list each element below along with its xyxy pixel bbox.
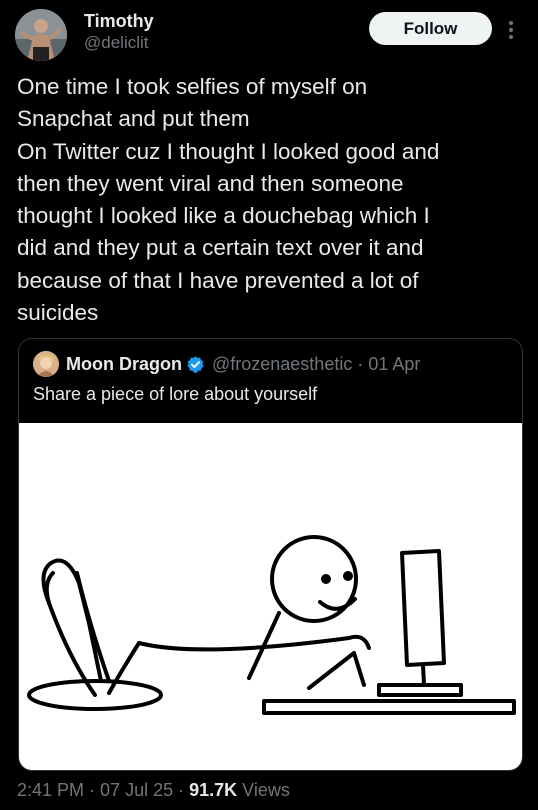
quoted-author-avatar — [33, 351, 59, 377]
quoted-tweet-text: Share a piece of lore about yourself — [33, 384, 318, 404]
tweet-header: Timothy @deliclit Follow — [15, 9, 525, 61]
author-names: Timothy @deliclit — [84, 10, 154, 54]
tweet-time[interactable]: 2:41 PM — [17, 780, 84, 800]
tweet-date[interactable]: 07 Jul 25 — [100, 780, 173, 800]
author-avatar[interactable] — [15, 9, 67, 61]
views-count: 91.7K — [189, 780, 238, 800]
stick-figure-computer-drawing — [27, 535, 516, 715]
tweet-text: One time I took selfies of myself on Sna… — [17, 74, 440, 326]
quoted-author-display-name: Moon Dragon — [66, 353, 182, 374]
verified-badge-icon — [187, 355, 204, 373]
quoted-tweet-meta: @frozenaesthetic · 01 Apr — [211, 353, 421, 374]
quoted-tweet-date: 01 Apr — [368, 353, 421, 374]
follow-button[interactable]: Follow — [369, 12, 492, 45]
tweet-footer: 2:41 PM · 07 Jul 25 · 91.7K Views — [17, 780, 290, 800]
author-display-name[interactable]: Timothy — [84, 10, 154, 32]
author-handle[interactable]: @deliclit — [84, 32, 154, 54]
quoted-tweet-card[interactable]: Moon Dragon @frozenaesthetic · 01 Apr Sh… — [18, 338, 523, 771]
views-label: Views — [242, 780, 290, 800]
quoted-author-handle: @frozenaesthetic — [211, 353, 353, 374]
quoted-tweet-header: Moon Dragon @frozenaesthetic · 01 Apr — [33, 351, 420, 377]
quoted-tweet-image[interactable] — [19, 423, 522, 770]
more-options-icon[interactable] — [505, 17, 517, 43]
